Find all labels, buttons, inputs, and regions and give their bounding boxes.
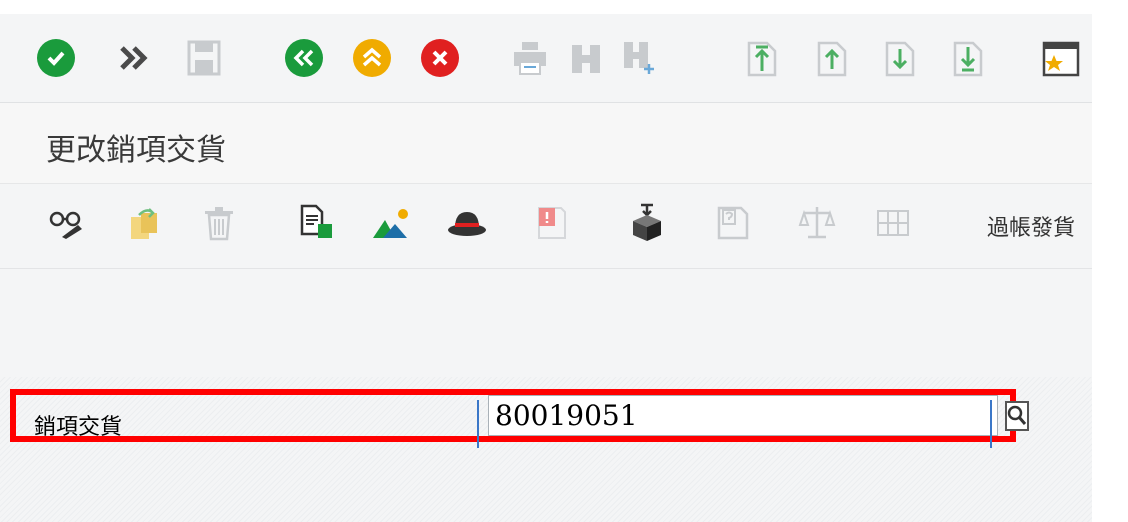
- next-page-icon: [885, 41, 915, 77]
- document-flow-button[interactable]: [296, 202, 338, 244]
- trash-icon: [205, 207, 233, 241]
- grid-icon: [877, 210, 909, 236]
- post-goods-issue-button[interactable]: 過帳發貨: [987, 210, 1075, 242]
- main-content: 銷項交貨: [0, 269, 1092, 522]
- exit-icon: [353, 39, 391, 77]
- glasses-pen-icon: [49, 211, 82, 239]
- first-page-icon: [747, 41, 777, 77]
- copy-button[interactable]: [122, 202, 164, 244]
- back-icon: [285, 39, 323, 77]
- check-icon: [37, 39, 75, 77]
- balance-scale-icon: [798, 207, 836, 239]
- bookmark-star-icon: [1042, 41, 1080, 77]
- outbound-delivery-input[interactable]: [488, 395, 998, 436]
- copy-arrow-icon: [131, 208, 157, 239]
- find-button[interactable]: [564, 36, 608, 80]
- balance-button[interactable]: [796, 202, 838, 244]
- save-icon: [187, 40, 221, 76]
- error-log-button[interactable]: [530, 202, 572, 244]
- focus-marker-left: [477, 400, 479, 448]
- page-title: 更改銷項交貨: [46, 133, 226, 168]
- outbound-delivery-field-row: 銷項交貨: [10, 389, 1029, 442]
- binoculars-icon: [572, 45, 600, 73]
- system-toolbar: [0, 14, 1092, 103]
- create-shortcut-button[interactable]: [1038, 36, 1082, 80]
- print-icon: [514, 42, 546, 75]
- help-document-icon: [717, 206, 749, 240]
- value-help-icon: [1005, 401, 1029, 431]
- application-toolbar: 過帳發貨: [0, 184, 1092, 269]
- previous-page-icon: [817, 41, 847, 77]
- double-chevron-right-icon: [120, 46, 148, 70]
- enter-button[interactable]: [34, 36, 78, 80]
- print-button[interactable]: [508, 36, 552, 80]
- previous-page-button[interactable]: [810, 36, 854, 80]
- grid-button[interactable]: [872, 202, 914, 244]
- exit-button[interactable]: [350, 36, 394, 80]
- document-flow-icon: [300, 204, 332, 238]
- binoculars-plus-icon: [624, 42, 654, 74]
- hat-button[interactable]: [446, 202, 488, 244]
- error-log-icon: [538, 207, 566, 239]
- last-page-button[interactable]: [946, 36, 990, 80]
- package-icon: [633, 203, 661, 241]
- mountains-icon: [373, 209, 408, 238]
- pack-button[interactable]: [626, 202, 668, 244]
- title-bar: 更改銷項交貨: [0, 103, 1092, 184]
- find-next-button[interactable]: [618, 36, 662, 80]
- focus-marker-right: [990, 400, 992, 448]
- back-button[interactable]: [282, 36, 326, 80]
- help-document-button[interactable]: [712, 202, 754, 244]
- sap-window: 更改銷項交貨 過帳發貨 銷項交貨 80019051: [0, 14, 1092, 522]
- command-field-button[interactable]: [112, 36, 156, 80]
- next-page-button[interactable]: [878, 36, 922, 80]
- first-page-button[interactable]: [740, 36, 784, 80]
- cancel-icon: [421, 39, 459, 77]
- save-button[interactable]: [182, 36, 226, 80]
- cancel-button[interactable]: [418, 36, 462, 80]
- display-change-button[interactable]: [46, 202, 88, 244]
- picking-button[interactable]: [370, 202, 412, 244]
- delete-button[interactable]: [198, 202, 240, 244]
- last-page-icon: [953, 41, 983, 77]
- outbound-delivery-label: 銷項交貨: [34, 415, 123, 440]
- value-help-button[interactable]: [1002, 398, 1032, 434]
- hat-icon: [448, 212, 486, 236]
